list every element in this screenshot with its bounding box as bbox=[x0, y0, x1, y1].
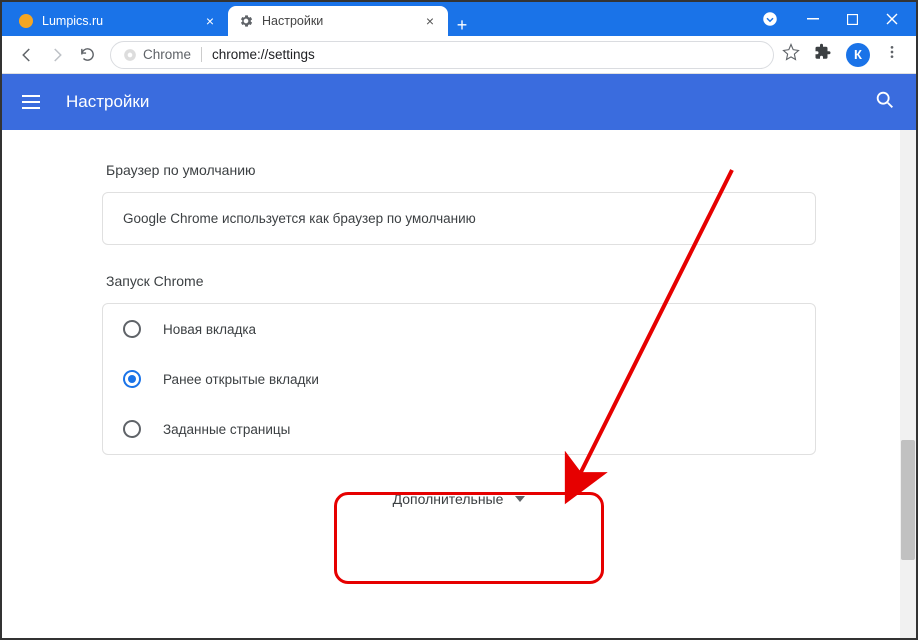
chrome-icon bbox=[123, 48, 137, 62]
new-tab-button[interactable]: + bbox=[448, 15, 476, 36]
scrollbar-thumb[interactable] bbox=[901, 440, 915, 560]
toolbar: Chrome chrome://settings К bbox=[2, 36, 916, 74]
menu-icon[interactable] bbox=[22, 90, 46, 114]
tab-settings[interactable]: Настройки × bbox=[228, 6, 448, 36]
tab-strip: Lumpics.ru × Настройки × + bbox=[2, 2, 743, 36]
kebab-menu-icon[interactable] bbox=[884, 44, 900, 65]
settings-app-header: Настройки bbox=[2, 74, 916, 130]
on-startup-card: Новая вкладка Ранее открытые вкладки Зад… bbox=[102, 303, 816, 455]
settings-title: Настройки bbox=[66, 92, 874, 112]
default-browser-card: Google Chrome используется как браузер п… bbox=[102, 192, 816, 245]
radio-icon bbox=[123, 420, 141, 438]
option-label: Новая вкладка bbox=[163, 322, 256, 337]
option-label: Ранее открытые вкладки bbox=[163, 372, 319, 387]
tab-title: Lumpics.ru bbox=[42, 14, 103, 28]
settings-content: Браузер по умолчанию Google Chrome испол… bbox=[2, 130, 916, 515]
maximize-button[interactable] bbox=[847, 14, 858, 25]
window-controls bbox=[743, 2, 916, 36]
section-default-browser-label: Браузер по умолчанию bbox=[106, 162, 816, 178]
default-browser-text: Google Chrome используется как браузер п… bbox=[123, 211, 476, 226]
startup-option-new-tab[interactable]: Новая вкладка bbox=[103, 304, 815, 354]
close-icon[interactable]: × bbox=[202, 13, 218, 29]
radio-icon bbox=[123, 370, 141, 388]
startup-option-continue[interactable]: Ранее открытые вкладки bbox=[103, 354, 815, 404]
option-label: Заданные страницы bbox=[163, 422, 290, 437]
extensions-icon[interactable] bbox=[814, 43, 832, 66]
favicon-lumpics bbox=[18, 13, 34, 29]
scrollbar[interactable] bbox=[900, 130, 916, 638]
tab-lumpics[interactable]: Lumpics.ru × bbox=[8, 6, 228, 36]
gear-icon bbox=[238, 13, 254, 29]
browser-titlebar: Lumpics.ru × Настройки × + bbox=[2, 2, 916, 36]
profile-avatar[interactable]: К bbox=[846, 43, 870, 67]
back-button[interactable] bbox=[12, 40, 42, 70]
caret-down-icon[interactable] bbox=[761, 10, 779, 28]
section-on-startup-label: Запуск Chrome bbox=[106, 273, 816, 289]
window-close-button[interactable] bbox=[886, 13, 898, 25]
chevron-down-icon bbox=[515, 496, 525, 502]
address-bar[interactable]: Chrome chrome://settings bbox=[110, 41, 774, 69]
reload-button[interactable] bbox=[72, 40, 102, 70]
radio-icon bbox=[123, 320, 141, 338]
url-chip: Chrome bbox=[143, 47, 191, 62]
tab-title: Настройки bbox=[262, 14, 323, 28]
startup-option-specific-pages[interactable]: Заданные страницы bbox=[103, 404, 815, 454]
search-icon[interactable] bbox=[874, 89, 896, 116]
close-icon[interactable]: × bbox=[422, 13, 438, 29]
minimize-button[interactable] bbox=[807, 13, 819, 25]
advanced-label: Дополнительные bbox=[393, 491, 504, 507]
forward-button[interactable] bbox=[42, 40, 72, 70]
bookmark-star-icon[interactable] bbox=[782, 43, 800, 66]
advanced-toggle[interactable]: Дополнительные bbox=[379, 483, 540, 515]
url-text: chrome://settings bbox=[212, 47, 315, 62]
